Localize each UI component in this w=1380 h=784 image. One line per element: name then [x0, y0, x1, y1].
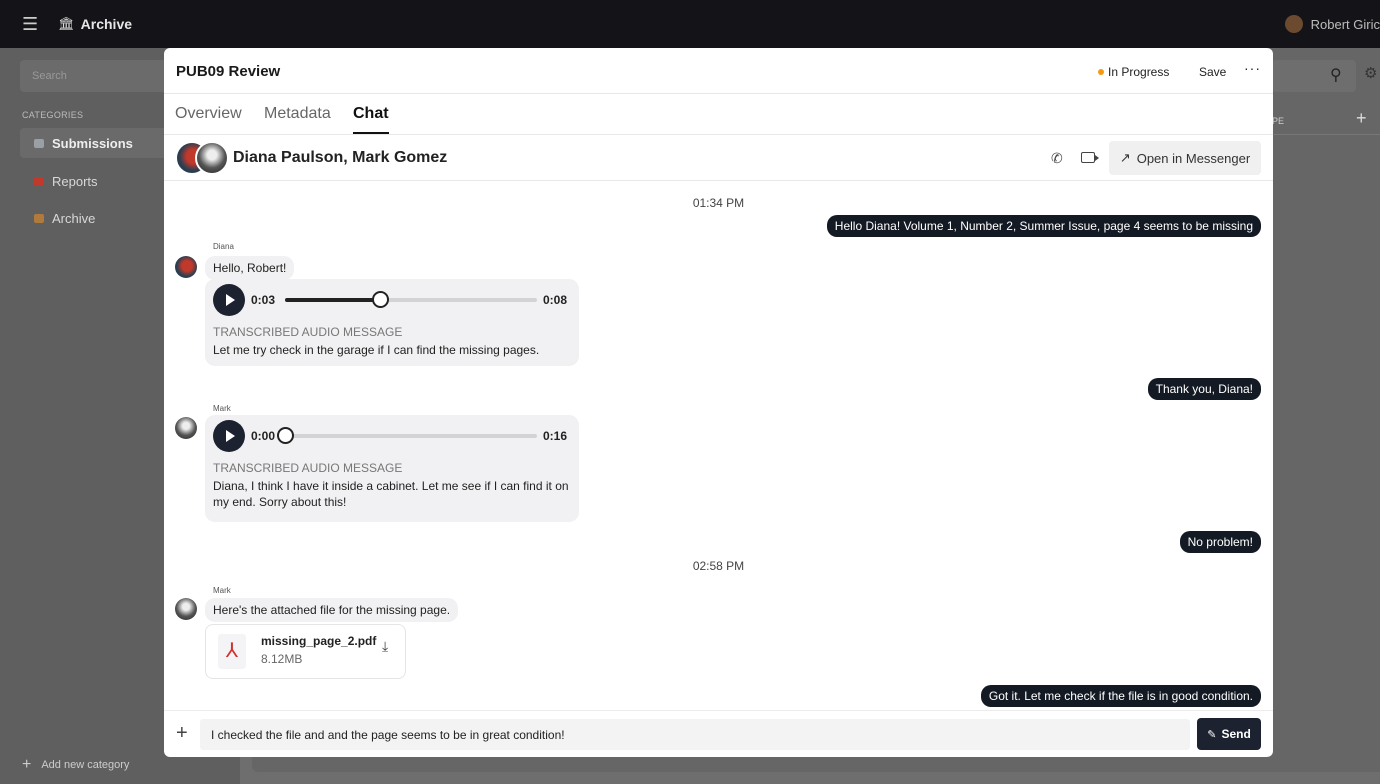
audio-current-time: 0:03 [251, 293, 276, 307]
avatar [175, 417, 197, 439]
timestamp: 01:34 PM [692, 196, 745, 210]
send-label: Send [1221, 727, 1251, 741]
type-column-header: PE [1272, 116, 1285, 126]
gear-icon[interactable]: ⚙ [1364, 64, 1377, 82]
search-icon[interactable]: ⚲ [1272, 60, 1356, 92]
chat-thread[interactable]: 01:34 PM Hello Diana! Volume 1, Number 2… [164, 182, 1273, 710]
more-options-icon[interactable]: ··· [1244, 60, 1261, 76]
open-in-messenger-button[interactable]: ↗ Open in Messenger [1109, 141, 1261, 175]
transcription-label: TRANSCRIBED AUDIO MESSAGE [213, 325, 403, 339]
audio-total-time: 0:08 [543, 293, 568, 307]
audio-message: 0:00 0:16 TRANSCRIBED AUDIO MESSAGE Dian… [205, 415, 579, 522]
status-badge[interactable]: In Progress [1098, 65, 1169, 79]
message-composer: + ✎ Send [164, 710, 1273, 757]
user-menu[interactable]: Robert Giric [1284, 0, 1380, 48]
file-name: missing_page_2.pdf [261, 634, 377, 648]
video-camera-icon[interactable] [1081, 152, 1099, 163]
file-attachment[interactable]: ⅄ missing_page_2.pdf 8.12MB ⤓ [205, 624, 406, 679]
avatar [195, 141, 229, 175]
download-icon[interactable]: ⤓ [382, 638, 388, 655]
plus-icon: + [22, 756, 32, 773]
app-name: Archive [80, 16, 133, 32]
outgoing-message: Got it. Let me check if the file is in g… [980, 685, 1261, 707]
modal-title: PUB09 Review [176, 63, 281, 80]
audio-progress-handle[interactable] [277, 427, 294, 444]
outgoing-message: Hello Diana! Volume 1, Number 2, Summer … [826, 215, 1261, 237]
tab-chat[interactable]: Chat [353, 105, 389, 134]
sidebar-item-label: Archive [52, 210, 96, 226]
transcription-text: Diana, I think I have it inside a cabine… [213, 479, 569, 509]
top-bar: ☰ 🏛 Archive Robert Giric [0, 0, 1380, 48]
audio-current-time: 0:00 [251, 429, 276, 443]
outgoing-message: Thank you, Diana! [1147, 378, 1261, 400]
play-icon[interactable] [213, 420, 245, 452]
museum-icon: 🏛 [58, 16, 75, 31]
box-icon [34, 213, 44, 223]
audio-progress-slider[interactable] [277, 427, 537, 444]
audio-total-time: 0:16 [543, 429, 568, 443]
avatar [175, 598, 197, 620]
transcription-label: TRANSCRIBED AUDIO MESSAGE [213, 461, 403, 475]
audio-progress-handle[interactable] [371, 291, 389, 308]
audio-message: 0:03 0:08 TRANSCRIBED AUDIO MESSAGE Let … [205, 279, 579, 366]
mail-icon [34, 138, 44, 148]
audio-progress-fill [285, 298, 380, 302]
avatar [1284, 15, 1303, 33]
status-dot-icon [1098, 69, 1104, 75]
message-input[interactable] [200, 719, 1190, 750]
modal-header: PUB09 Review In Progress Save ··· [164, 48, 1273, 94]
tab-overview[interactable]: Overview [175, 105, 242, 132]
phone-icon[interactable]: ✆ [1051, 150, 1063, 167]
send-button[interactable]: ✎ Send [1197, 718, 1261, 750]
incoming-message: Hello, Robert! [205, 256, 295, 280]
categories-title: CATEGORIES [22, 110, 84, 120]
open-in-messenger-label: Open in Messenger [1136, 150, 1251, 166]
tab-bar: Overview Metadata Chat [164, 94, 1273, 135]
save-button[interactable]: Save [1199, 65, 1226, 79]
sender-name: Mark [213, 404, 231, 413]
audio-progress-slider[interactable] [285, 291, 537, 308]
external-link-icon: ↗ [1119, 150, 1131, 165]
add-category-label: Add new category [41, 759, 130, 771]
divider [1272, 134, 1380, 135]
incoming-message: Here's the attached file for the missing… [205, 598, 459, 622]
sender-name: Mark [213, 586, 231, 595]
hamburger-menu-icon[interactable]: ☰ [22, 14, 38, 35]
play-icon[interactable] [213, 284, 245, 316]
status-label: In Progress [1108, 65, 1170, 79]
add-category-button[interactable]: + Add new category [22, 756, 129, 774]
user-name: Robert Giric [1310, 16, 1380, 32]
chat-participants: Diana Paulson, Mark Gomez [233, 149, 448, 166]
chat-header: Diana Paulson, Mark Gomez ✆ ↗ Open in Me… [164, 135, 1273, 181]
sidebar-item-label: Submissions [52, 135, 133, 151]
participants-avatars [175, 141, 229, 175]
pdf-icon: ⅄ [218, 634, 246, 669]
outgoing-message: No problem! [1179, 531, 1261, 553]
review-modal: PUB09 Review In Progress Save ··· Overvi… [164, 48, 1273, 757]
sidebar-item-label: Reports [52, 173, 98, 189]
file-size: 8.12MB [261, 652, 303, 666]
transcription-text: Let me try check in the garage if I can … [213, 343, 540, 357]
avatar [175, 256, 197, 278]
add-column-icon[interactable]: + [1356, 108, 1367, 129]
report-icon [34, 176, 44, 186]
sender-name: Diana [213, 242, 234, 251]
add-attachment-icon[interactable]: + [176, 722, 188, 745]
timestamp: 02:58 PM [692, 559, 745, 573]
tab-metadata[interactable]: Metadata [264, 105, 331, 132]
pencil-icon: ✎ [1207, 728, 1217, 741]
